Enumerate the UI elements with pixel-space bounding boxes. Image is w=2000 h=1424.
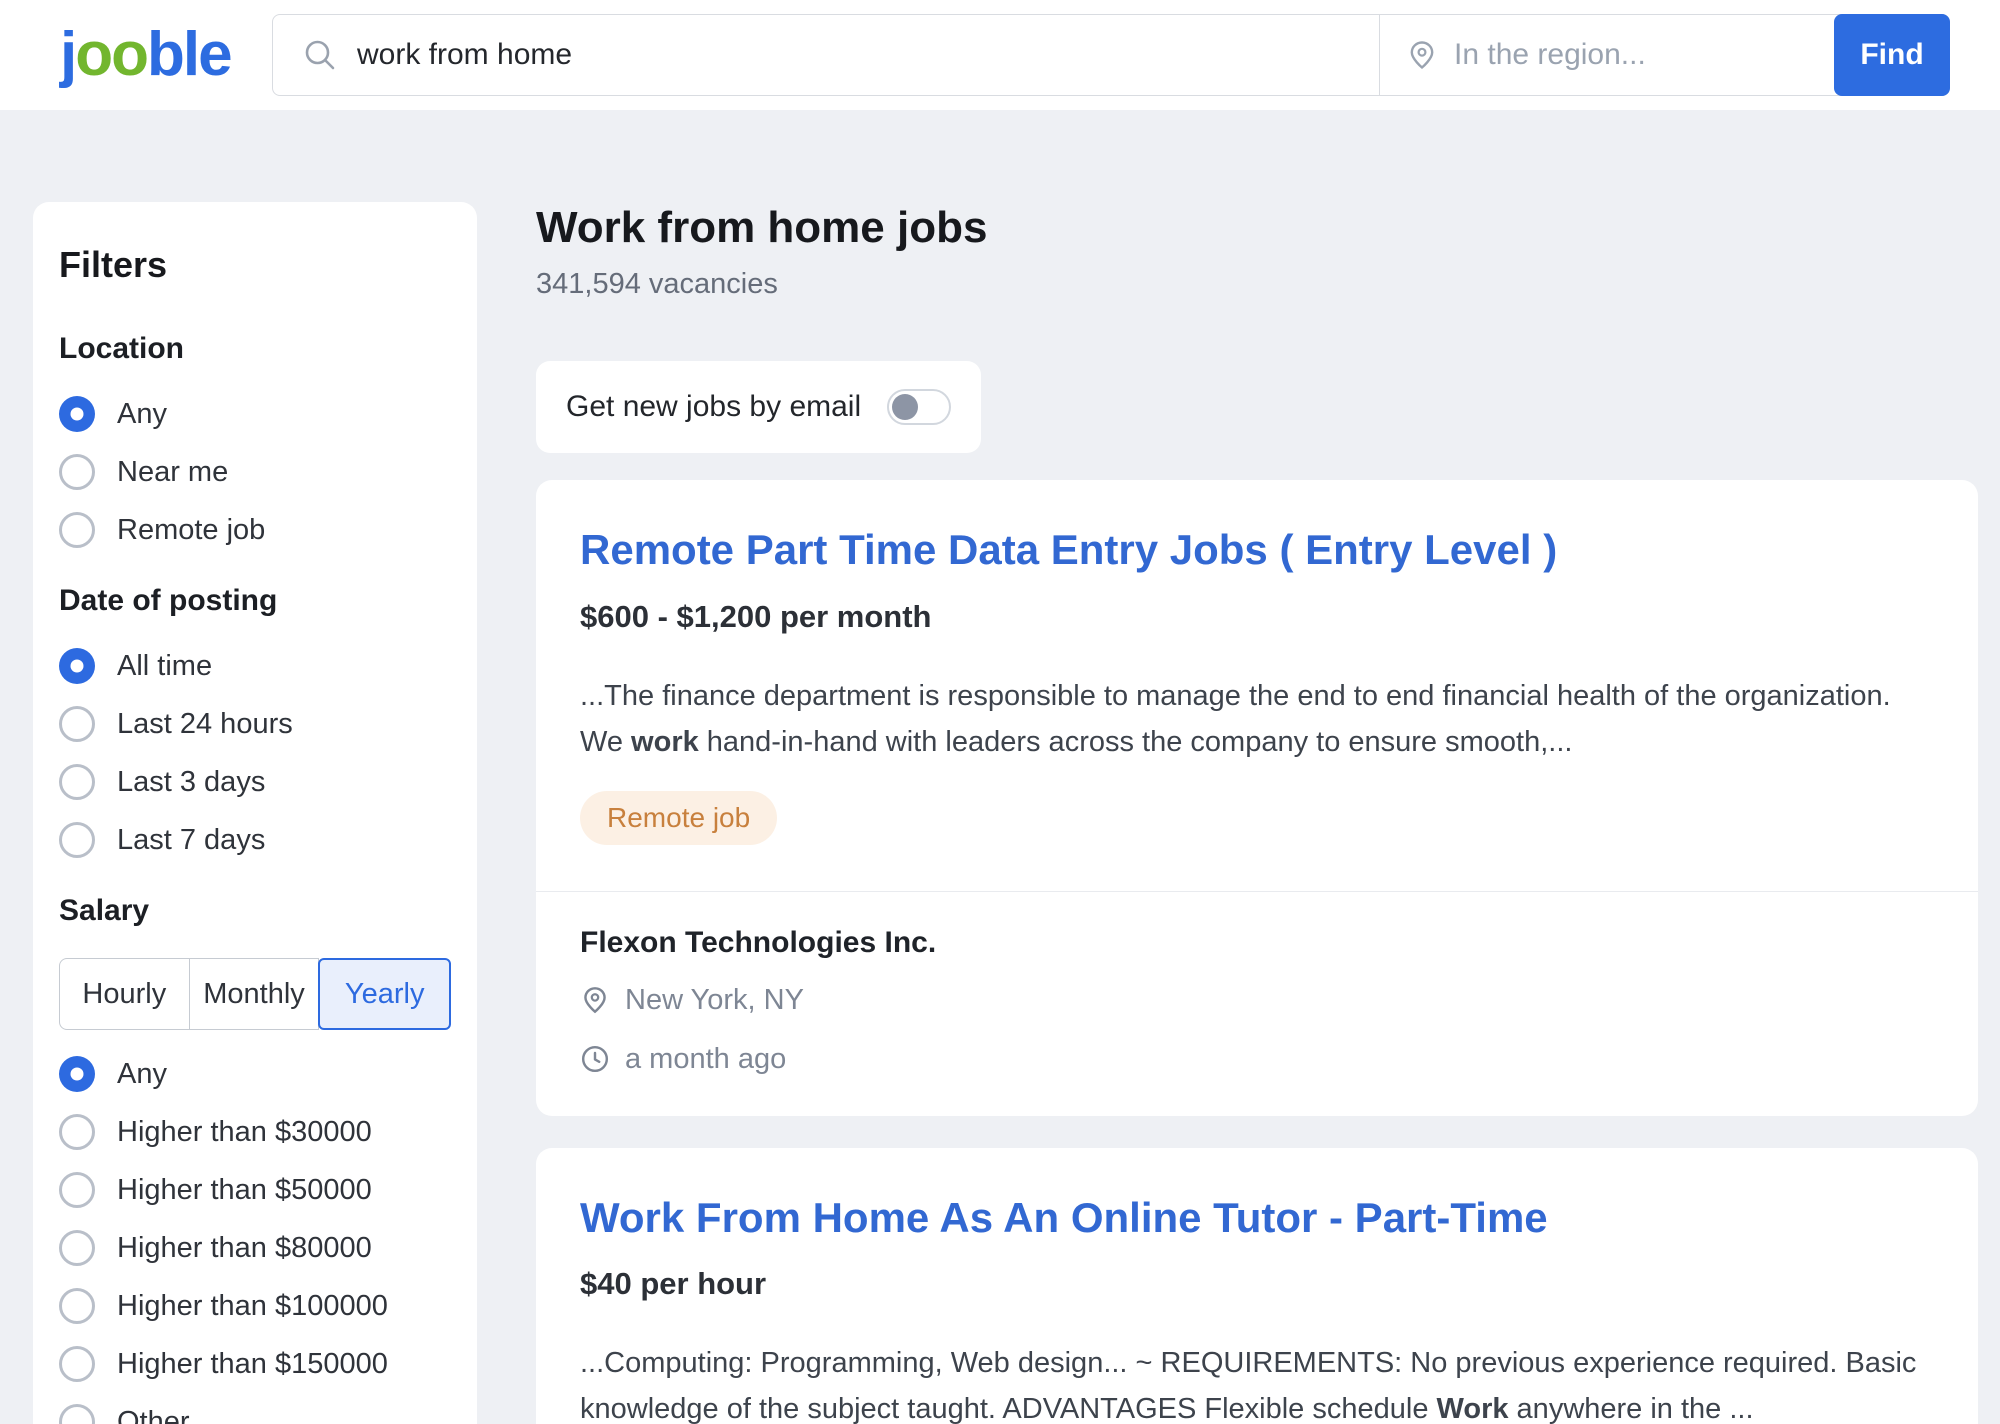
results-column: Work from home jobs 341,594 vacancies Ge… bbox=[536, 202, 1978, 1424]
radio-icon[interactable] bbox=[59, 1404, 95, 1424]
radio-label: Higher than $150000 bbox=[117, 1348, 388, 1381]
job-description: ...The finance department is responsible… bbox=[580, 673, 1930, 765]
jooble-logo[interactable]: jooble bbox=[60, 24, 272, 86]
tab-hourly[interactable]: Hourly bbox=[59, 958, 190, 1030]
region-section bbox=[1379, 15, 1834, 95]
location-option-near-me[interactable]: Near me bbox=[59, 454, 449, 490]
remote-job-tag[interactable]: Remote job bbox=[580, 791, 777, 845]
date-section-title: Date of posting bbox=[59, 584, 449, 618]
page: jooble Find Filters Location Any bbox=[0, 0, 2000, 1424]
radio-label: Remote job bbox=[117, 514, 265, 547]
tab-yearly[interactable]: Yearly bbox=[318, 958, 451, 1030]
salary-option-50000[interactable]: Higher than $50000 bbox=[59, 1172, 449, 1208]
radio-icon[interactable] bbox=[59, 512, 95, 548]
radio-selected-icon[interactable] bbox=[59, 648, 95, 684]
job-salary: $600 - $1,200 per month bbox=[580, 599, 1930, 635]
location-pin-icon bbox=[1406, 39, 1438, 71]
tab-monthly[interactable]: Monthly bbox=[190, 958, 320, 1030]
radio-label: All time bbox=[117, 650, 212, 683]
radio-icon[interactable] bbox=[59, 764, 95, 800]
radio-icon[interactable] bbox=[59, 1288, 95, 1324]
job-card: Remote Part Time Data Entry Jobs ( Entry… bbox=[536, 480, 1978, 1115]
toggle-knob bbox=[892, 394, 918, 420]
radio-selected-icon[interactable] bbox=[59, 396, 95, 432]
job-posted-row: a month ago bbox=[580, 1043, 1930, 1076]
job-description-text: hand-in-hand with leaders across the com… bbox=[699, 726, 1573, 758]
location-option-remote-job[interactable]: Remote job bbox=[59, 512, 449, 548]
salary-option-100000[interactable]: Higher than $100000 bbox=[59, 1288, 449, 1324]
search-icon bbox=[303, 38, 337, 72]
job-location: New York, NY bbox=[625, 984, 804, 1017]
company-name: Flexon Technologies Inc. bbox=[580, 926, 1930, 960]
salary-option-150000[interactable]: Higher than $150000 bbox=[59, 1346, 449, 1382]
email-subscribe-card: Get new jobs by email bbox=[536, 361, 981, 453]
vacancies-count: 341,594 vacancies bbox=[536, 268, 1978, 301]
job-card: Work From Home As An Online Tutor - Part… bbox=[536, 1148, 1978, 1424]
email-subscribe-toggle[interactable] bbox=[887, 389, 951, 425]
date-option-all-time[interactable]: All time bbox=[59, 648, 449, 684]
salary-section-title: Salary bbox=[59, 894, 449, 928]
radio-icon[interactable] bbox=[59, 1114, 95, 1150]
search-input[interactable] bbox=[355, 37, 1359, 73]
search-bar: Find bbox=[272, 14, 1950, 96]
radio-label: Any bbox=[117, 1058, 167, 1091]
date-option-last-24-hours[interactable]: Last 24 hours bbox=[59, 706, 449, 742]
job-card-footer: Flexon Technologies Inc. New York, NY a … bbox=[536, 891, 1978, 1116]
location-option-any[interactable]: Any bbox=[59, 396, 449, 432]
job-description-highlight: work bbox=[631, 726, 699, 758]
radio-icon[interactable] bbox=[59, 822, 95, 858]
page-title: Work from home jobs bbox=[536, 204, 1978, 252]
salary-option-any[interactable]: Any bbox=[59, 1056, 449, 1092]
radio-label: Higher than $30000 bbox=[117, 1116, 372, 1149]
job-title-link[interactable]: Work From Home As An Online Tutor - Part… bbox=[580, 1194, 1930, 1242]
filters-title: Filters bbox=[59, 244, 449, 286]
find-button[interactable]: Find bbox=[1834, 14, 1950, 96]
date-option-last-7-days[interactable]: Last 7 days bbox=[59, 822, 449, 858]
job-title-link[interactable]: Remote Part Time Data Entry Jobs ( Entry… bbox=[580, 526, 1930, 574]
radio-label: Higher than $100000 bbox=[117, 1290, 388, 1323]
radio-label: Other bbox=[117, 1406, 190, 1424]
logo-part-ble: ble bbox=[147, 20, 231, 89]
clock-icon bbox=[580, 1044, 610, 1074]
salary-option-30000[interactable]: Higher than $30000 bbox=[59, 1114, 449, 1150]
radio-label: Last 3 days bbox=[117, 766, 265, 799]
location-section-title: Location bbox=[59, 332, 449, 366]
header: jooble Find bbox=[0, 0, 2000, 110]
job-salary: $40 per hour bbox=[580, 1266, 1930, 1302]
radio-icon[interactable] bbox=[59, 706, 95, 742]
job-description: ...Computing: Programming, Web design...… bbox=[580, 1340, 1930, 1424]
job-location-row: New York, NY bbox=[580, 984, 1930, 1017]
radio-label: Last 7 days bbox=[117, 824, 265, 857]
filters-panel: Filters Location Any Near me Remote job … bbox=[33, 202, 477, 1424]
radio-label: Near me bbox=[117, 456, 228, 489]
logo-part-oo: oo bbox=[75, 20, 147, 89]
job-posted-time: a month ago bbox=[625, 1043, 786, 1076]
location-pin-icon bbox=[580, 985, 610, 1015]
salary-option-other[interactable]: Other bbox=[59, 1404, 449, 1424]
radio-selected-icon[interactable] bbox=[59, 1056, 95, 1092]
radio-icon[interactable] bbox=[59, 1172, 95, 1208]
radio-icon[interactable] bbox=[59, 1346, 95, 1382]
content: Filters Location Any Near me Remote job … bbox=[0, 110, 2000, 1424]
radio-icon[interactable] bbox=[59, 1230, 95, 1266]
logo-part-j: j bbox=[60, 20, 75, 89]
radio-label: Higher than $50000 bbox=[117, 1174, 372, 1207]
date-option-last-3-days[interactable]: Last 3 days bbox=[59, 764, 449, 800]
salary-period-tabs: Hourly Monthly Yearly bbox=[59, 958, 451, 1030]
search-query-section bbox=[273, 15, 1379, 95]
radio-label: Last 24 hours bbox=[117, 708, 293, 741]
region-input[interactable] bbox=[1452, 37, 1818, 73]
email-subscribe-label: Get new jobs by email bbox=[566, 390, 861, 424]
radio-label: Any bbox=[117, 398, 167, 431]
salary-option-80000[interactable]: Higher than $80000 bbox=[59, 1230, 449, 1266]
radio-icon[interactable] bbox=[59, 454, 95, 490]
radio-label: Higher than $80000 bbox=[117, 1232, 372, 1265]
job-description-highlight: Work bbox=[1437, 1393, 1509, 1424]
job-description-text: anywhere in the ... bbox=[1509, 1393, 1754, 1424]
